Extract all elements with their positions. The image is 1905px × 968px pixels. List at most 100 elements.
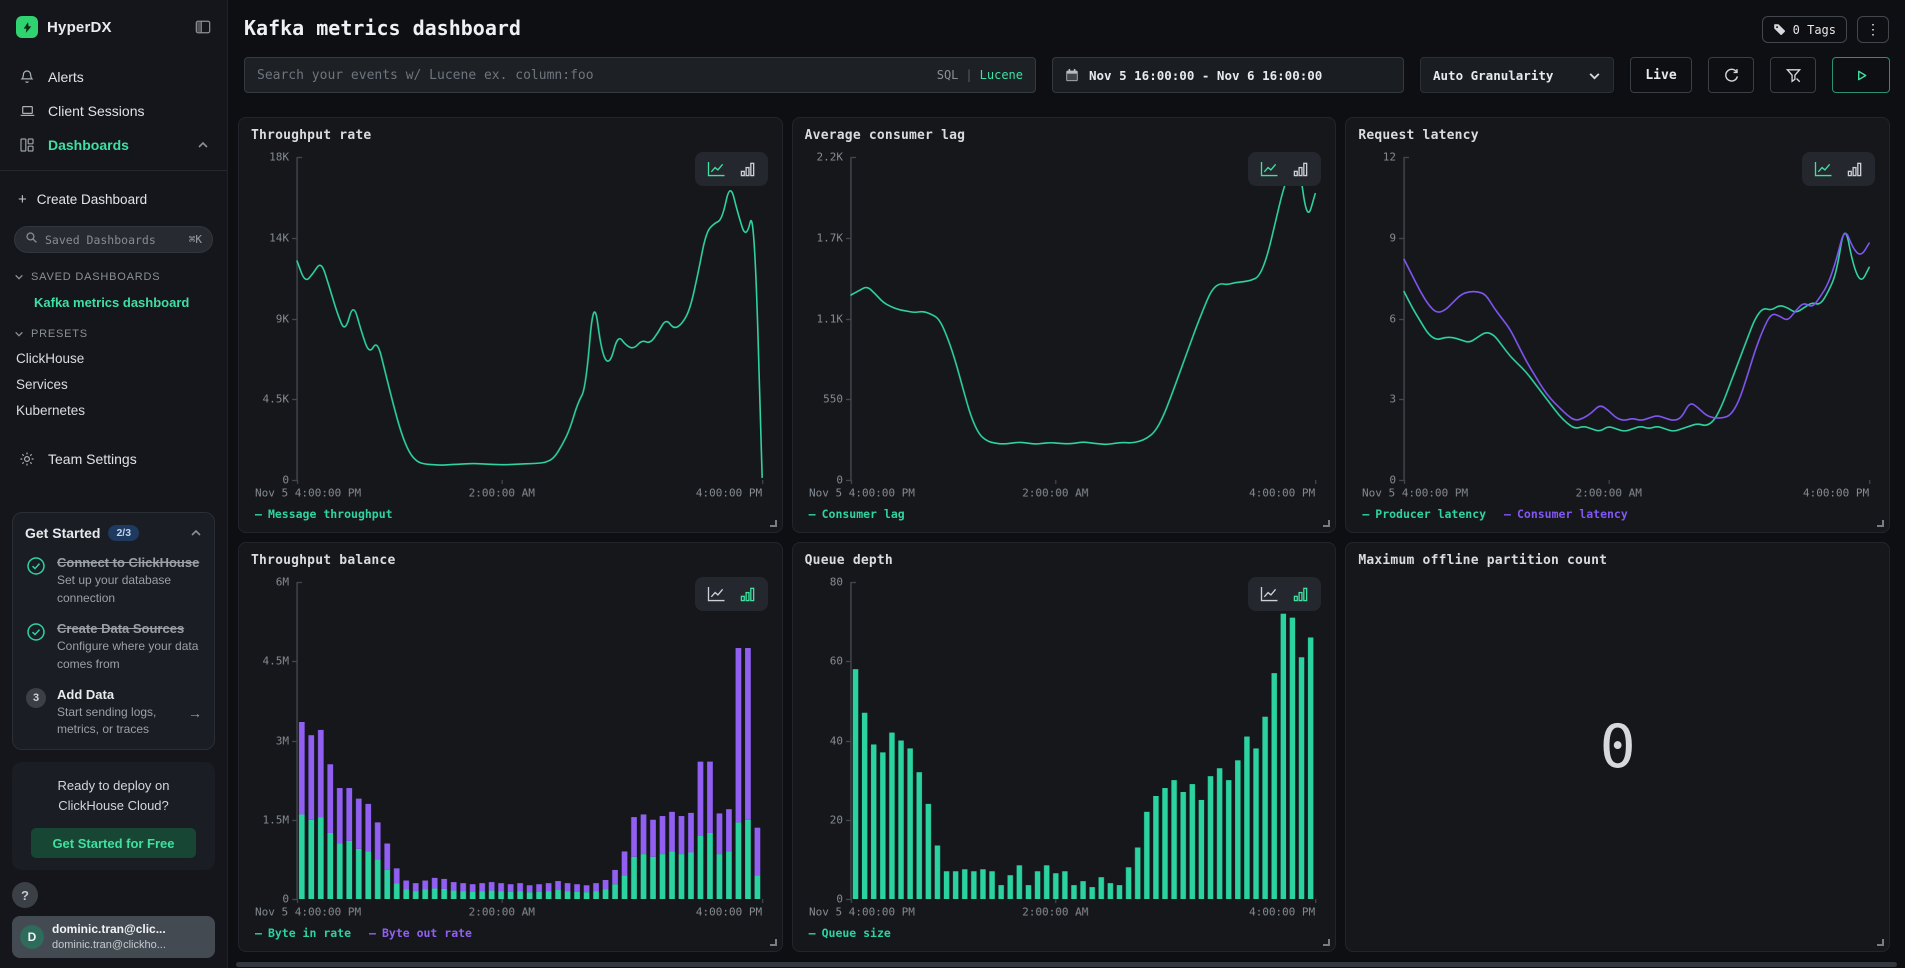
- resize-handle[interactable]: [1323, 939, 1330, 946]
- kebab-icon: ⋮: [1866, 22, 1880, 38]
- user-menu[interactable]: D dominic.tran@clic... dominic.tran@clic…: [12, 916, 215, 958]
- hyperdx-logo-icon: [16, 16, 38, 38]
- legend-item[interactable]: —Queue size: [809, 926, 891, 940]
- chart-canvas[interactable]: [251, 572, 770, 921]
- chart-canvas[interactable]: [805, 147, 1324, 502]
- sidebar-item-kafka-dashboard[interactable]: Kafka metrics dashboard: [34, 295, 213, 310]
- bar-chart-icon[interactable]: [740, 586, 756, 602]
- get-started-step-1[interactable]: Connect to ClickHouse Set up your databa…: [25, 555, 202, 607]
- tags-button[interactable]: 0 Tags: [1762, 16, 1847, 43]
- line-chart-icon[interactable]: [1814, 161, 1833, 177]
- shortcut-badge: ⌘K: [189, 233, 202, 246]
- resize-handle[interactable]: [1877, 939, 1884, 946]
- calendar-icon: [1065, 68, 1079, 82]
- legend-item[interactable]: —Byte out rate: [369, 926, 472, 940]
- step-number-badge: 3: [25, 687, 47, 739]
- sidebar-header: HyperDX: [12, 12, 215, 40]
- collapse-sidebar-icon[interactable]: [195, 19, 211, 35]
- saved-dashboards-search[interactable]: Saved Dashboards ⌘K: [14, 226, 213, 253]
- get-started-free-button[interactable]: Get Started for Free: [31, 828, 196, 858]
- create-dashboard-label: Create Dashboard: [37, 192, 147, 207]
- sidebar-nav: Alerts Client Sessions Dashboards: [12, 62, 215, 160]
- resize-handle[interactable]: [1877, 520, 1884, 527]
- progress-badge: 2/3: [108, 525, 139, 541]
- chevron-up-icon[interactable]: [197, 139, 209, 151]
- step-title: Connect to ClickHouse: [57, 555, 202, 570]
- sidebar-item-services[interactable]: Services: [16, 377, 213, 392]
- page-header: Kafka metrics dashboard 0 Tags ⋮: [228, 0, 1905, 43]
- bar-chart-icon[interactable]: [1847, 161, 1863, 177]
- sidebar-item-clickhouse[interactable]: ClickHouse: [16, 351, 213, 366]
- query-toolbar: Search your events w/ Lucene ex. column:…: [244, 57, 1890, 93]
- line-chart-icon[interactable]: [1260, 161, 1279, 177]
- sidebar-item-dashboards[interactable]: Dashboards: [12, 130, 215, 160]
- get-started-step-2[interactable]: Create Data Sources Configure where your…: [25, 621, 202, 673]
- chevron-down-icon: [14, 272, 24, 282]
- sidebar-item-kubernetes[interactable]: Kubernetes: [16, 403, 213, 418]
- step-title: Create Data Sources: [57, 621, 202, 636]
- chevron-up-icon[interactable]: [190, 527, 202, 539]
- nav-label: Client Sessions: [48, 103, 145, 119]
- filter-button[interactable]: [1770, 57, 1816, 93]
- line-chart-icon[interactable]: [707, 586, 726, 602]
- chart-canvas[interactable]: [251, 147, 770, 502]
- sidebar-item-client-sessions[interactable]: Client Sessions: [12, 96, 215, 126]
- date-range-picker[interactable]: Nov 5 16:00:00 - Nov 6 16:00:00: [1052, 57, 1404, 93]
- chart-type-toolbar: [695, 152, 768, 186]
- legend-item[interactable]: —Producer latency: [1362, 507, 1486, 521]
- refresh-icon: [1723, 67, 1740, 84]
- legend-item[interactable]: —Byte in rate: [255, 926, 351, 940]
- sidebar-item-alerts[interactable]: Alerts: [12, 62, 215, 92]
- date-range-value: Nov 5 16:00:00 - Nov 6 16:00:00: [1089, 68, 1322, 83]
- bar-chart-icon[interactable]: [1293, 161, 1309, 177]
- get-started-card: Get Started 2/3 Connect to ClickHouse Se…: [12, 512, 215, 749]
- create-dashboard-button[interactable]: + Create Dashboard: [14, 187, 213, 212]
- cloud-card-text: Ready to deploy on ClickHouse Cloud?: [24, 776, 203, 816]
- laptop-icon: [18, 103, 36, 119]
- metric-value: 0: [1358, 568, 1877, 943]
- step-desc: Configure where your data comes from: [57, 638, 202, 673]
- mode-sql-toggle[interactable]: SQL: [937, 68, 959, 82]
- arrow-right-icon: →: [188, 705, 202, 721]
- chart-canvas[interactable]: [805, 572, 1324, 921]
- legend-item[interactable]: —Consumer latency: [1504, 507, 1628, 521]
- bar-chart-icon[interactable]: [740, 161, 756, 177]
- resize-handle[interactable]: [1323, 520, 1330, 527]
- search-icon: [25, 231, 38, 249]
- chevron-down-icon: [14, 329, 24, 339]
- sidebar-item-team-settings[interactable]: Team Settings: [12, 444, 215, 474]
- dashboard-grid: Throughput rate —Message throughput Aver…: [238, 117, 1890, 952]
- chart-title: Queue depth: [805, 553, 1324, 568]
- run-query-button[interactable]: [1832, 57, 1890, 93]
- chart-title: Throughput rate: [251, 128, 770, 143]
- section-saved-dashboards[interactable]: SAVED DASHBOARDS: [14, 271, 213, 283]
- line-chart-icon[interactable]: [707, 161, 726, 177]
- resize-handle[interactable]: [770, 520, 777, 527]
- main-content: Kafka metrics dashboard 0 Tags ⋮ Search …: [228, 0, 1905, 968]
- nav-label: Alerts: [48, 69, 84, 85]
- bar-chart-icon[interactable]: [1293, 586, 1309, 602]
- more-menu-button[interactable]: ⋮: [1857, 16, 1889, 43]
- mode-divider: |: [965, 68, 972, 82]
- legend-item[interactable]: —Message throughput: [255, 507, 393, 521]
- chart-legend: —Message throughput: [251, 504, 770, 524]
- nav-label: Dashboards: [48, 137, 129, 153]
- tag-icon: [1773, 23, 1786, 36]
- refresh-button[interactable]: [1708, 57, 1754, 93]
- check-circle-icon: [25, 621, 47, 673]
- legend-item[interactable]: —Consumer lag: [809, 507, 905, 521]
- chart-canvas[interactable]: [1358, 147, 1877, 502]
- section-presets[interactable]: PRESETS: [14, 328, 213, 340]
- chart-legend: —Byte in rate —Byte out rate: [251, 923, 770, 943]
- get-started-step-3[interactable]: 3 Add Data Start sending logs, metrics, …: [25, 687, 202, 739]
- help-button[interactable]: ?: [12, 882, 38, 908]
- gear-icon: [18, 451, 36, 467]
- horizontal-scrollbar[interactable]: [236, 962, 1897, 967]
- mode-lucene-toggle[interactable]: Lucene: [980, 68, 1023, 82]
- line-chart-icon[interactable]: [1260, 586, 1279, 602]
- resize-handle[interactable]: [770, 939, 777, 946]
- chart-legend: —Producer latency —Consumer latency: [1358, 504, 1877, 524]
- live-button[interactable]: Live: [1630, 57, 1692, 93]
- granularity-select[interactable]: Auto Granularity: [1420, 57, 1614, 93]
- event-search-input[interactable]: Search your events w/ Lucene ex. column:…: [244, 57, 1036, 93]
